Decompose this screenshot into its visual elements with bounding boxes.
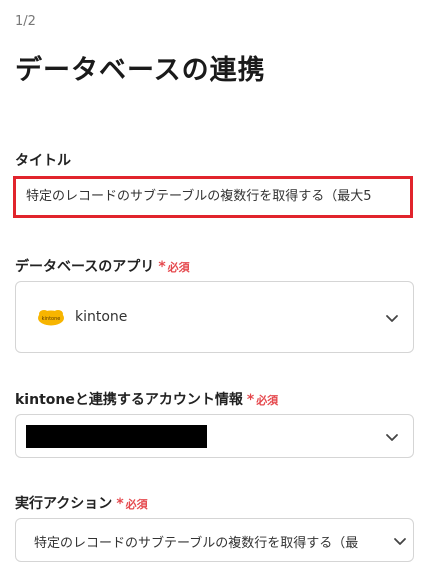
required-asterisk: * xyxy=(158,259,166,275)
app-selected-value: kintone xyxy=(75,309,128,325)
app-select[interactable]: kintone kintone xyxy=(15,281,414,353)
required-text: 必須 xyxy=(125,498,148,511)
account-label-text: kintoneと連携するアカウント情報 xyxy=(15,392,243,408)
action-label: 実行アクション * 必須 xyxy=(15,493,148,513)
app-label: データベースのアプリ * 必須 xyxy=(15,256,190,276)
step-indicator: 1/2 xyxy=(15,14,36,29)
kintone-logo-text: kintone xyxy=(42,316,61,322)
action-label-text: 実行アクション xyxy=(15,496,113,512)
required-asterisk: * xyxy=(116,496,124,512)
chevron-down-icon xyxy=(394,538,406,545)
required-text: 必須 xyxy=(167,261,190,274)
action-selected-value: 特定のレコードのサブテーブルの複数行を取得する（最 xyxy=(34,536,359,551)
required-asterisk: * xyxy=(246,392,255,408)
page-title: データベースの連携 xyxy=(15,55,266,86)
title-input[interactable]: 特定のレコードのサブテーブルの複数行を取得する（最大5 xyxy=(16,179,410,215)
action-select[interactable]: 特定のレコードのサブテーブルの複数行を取得する（最 xyxy=(15,518,414,562)
required-text: 必須 xyxy=(256,394,279,407)
chevron-down-icon xyxy=(386,315,398,322)
redacted-account-value xyxy=(26,425,207,448)
title-input-highlight: 特定のレコードのサブテーブルの複数行を取得する（最大5 xyxy=(13,176,413,218)
page: 1/2 データベースの連携 タイトル 特定のレコードのサブテーブルの複数行を取得… xyxy=(0,0,434,581)
title-label-text: タイトル xyxy=(15,153,71,169)
account-label: kintoneと連携するアカウント情報 * 必須 xyxy=(15,389,278,409)
kintone-logo-icon: kintone xyxy=(38,310,64,326)
title-label: タイトル xyxy=(15,150,71,170)
chevron-down-icon xyxy=(386,434,398,441)
app-label-text: データベースのアプリ xyxy=(15,259,155,275)
account-select[interactable] xyxy=(15,414,414,458)
